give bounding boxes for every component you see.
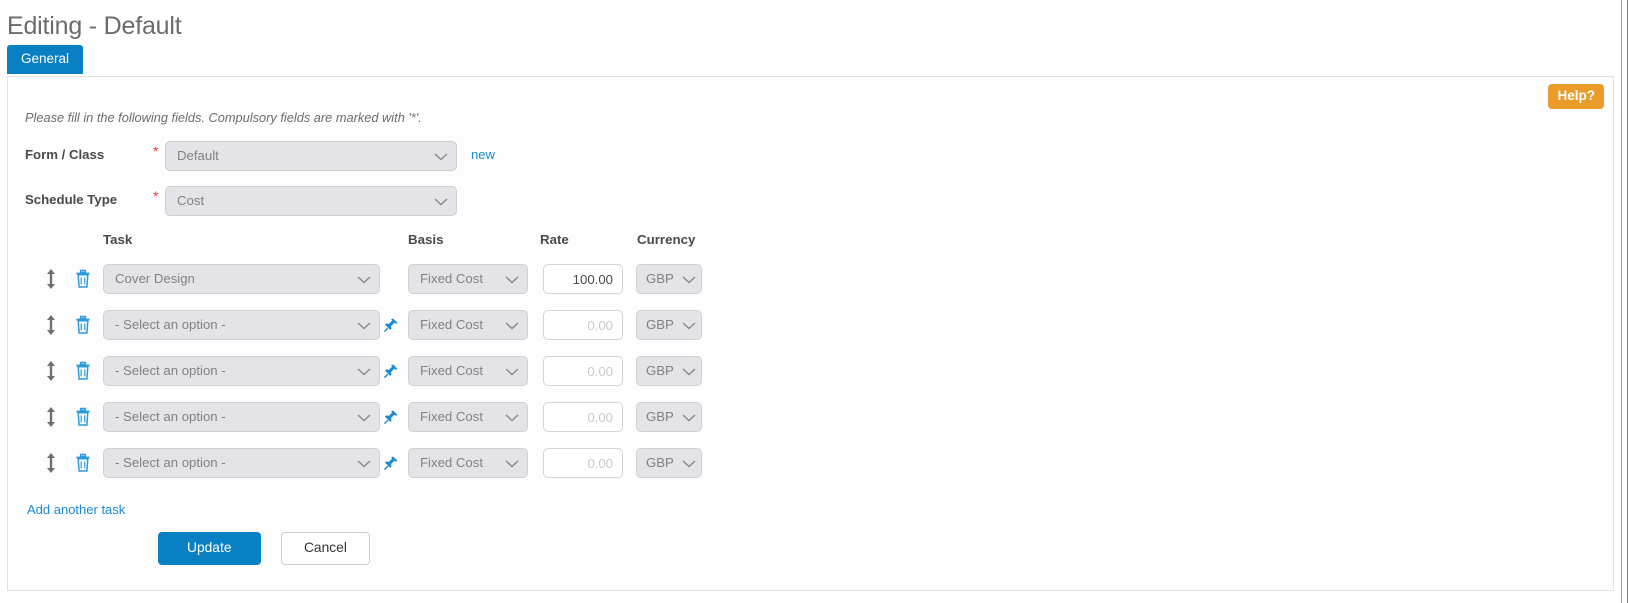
rate-input[interactable] xyxy=(543,448,623,478)
table-row: - Select an option - Fixed Cost GBP xyxy=(25,310,1025,340)
trash-icon[interactable] xyxy=(74,361,92,381)
task-value: - Select an option - xyxy=(115,409,226,424)
page-title: Editing - Default xyxy=(7,12,182,40)
form-class-label: Form / Class xyxy=(25,147,105,162)
task-value: - Select an option - xyxy=(115,363,226,378)
currency-value: GBP xyxy=(646,409,674,424)
trash-icon[interactable] xyxy=(74,269,92,289)
add-another-task-link[interactable]: Add another task xyxy=(27,502,125,517)
drag-handle-icon[interactable] xyxy=(43,267,59,291)
column-header-basis: Basis xyxy=(408,232,444,247)
chevron-down-icon xyxy=(505,403,519,431)
currency-select[interactable]: GBP xyxy=(636,310,702,340)
trash-icon[interactable] xyxy=(74,453,92,473)
schedule-type-required-marker: * xyxy=(153,188,159,204)
currency-value: GBP xyxy=(646,271,674,286)
chevron-down-icon xyxy=(357,449,371,477)
chevron-down-icon xyxy=(505,311,519,339)
pin-icon[interactable] xyxy=(383,409,399,425)
task-select[interactable]: - Select an option - xyxy=(103,310,380,340)
new-form-class-link[interactable]: new xyxy=(471,147,495,162)
update-button[interactable]: Update xyxy=(158,532,261,565)
currency-select[interactable]: GBP xyxy=(636,448,702,478)
chevron-down-icon xyxy=(505,265,519,293)
rate-input[interactable] xyxy=(543,310,623,340)
currency-select[interactable]: GBP xyxy=(636,264,702,294)
cancel-button[interactable]: Cancel xyxy=(280,532,370,565)
table-row: Cover Design Fixed Cost GBP xyxy=(25,264,1025,294)
basis-select[interactable]: Fixed Cost xyxy=(408,402,528,432)
task-select[interactable]: Cover Design xyxy=(103,264,380,294)
currency-select[interactable]: GBP xyxy=(636,356,702,386)
chevron-down-icon xyxy=(682,311,696,339)
chevron-down-icon xyxy=(682,265,696,293)
chevron-down-icon xyxy=(434,142,448,170)
basis-value: Fixed Cost xyxy=(420,455,484,470)
trash-icon[interactable] xyxy=(74,407,92,427)
task-select[interactable]: - Select an option - xyxy=(103,402,380,432)
column-header-currency: Currency xyxy=(637,232,696,247)
basis-value: Fixed Cost xyxy=(420,317,484,332)
currency-value: GBP xyxy=(646,455,674,470)
task-value: - Select an option - xyxy=(115,455,226,470)
schedule-type-label: Schedule Type xyxy=(25,192,118,207)
chevron-down-icon xyxy=(357,265,371,293)
chevron-down-icon xyxy=(357,403,371,431)
schedule-type-value: Cost xyxy=(177,193,205,208)
basis-value: Fixed Cost xyxy=(420,409,484,424)
drag-handle-icon[interactable] xyxy=(43,359,59,383)
currency-value: GBP xyxy=(646,317,674,332)
rate-input[interactable] xyxy=(543,402,623,432)
chevron-down-icon xyxy=(682,357,696,385)
form-class-value: Default xyxy=(177,148,219,163)
chevron-down-icon xyxy=(357,357,371,385)
chevron-down-icon xyxy=(357,311,371,339)
basis-select[interactable]: Fixed Cost xyxy=(408,310,528,340)
column-header-task: Task xyxy=(103,232,133,247)
help-button[interactable]: Help? xyxy=(1548,84,1604,109)
currency-select[interactable]: GBP xyxy=(636,402,702,432)
schedule-type-select[interactable]: Cost xyxy=(165,186,457,216)
task-value: Cover Design xyxy=(115,271,195,286)
table-row: - Select an option - Fixed Cost GBP xyxy=(25,448,1025,478)
table-row: - Select an option - Fixed Cost GBP xyxy=(25,402,1025,432)
form-class-required-marker: * xyxy=(153,143,159,159)
table-row: - Select an option - Fixed Cost GBP xyxy=(25,356,1025,386)
rate-input[interactable] xyxy=(543,356,623,386)
trash-icon[interactable] xyxy=(74,315,92,335)
chevron-down-icon xyxy=(505,357,519,385)
tab-strip: General xyxy=(7,45,84,74)
basis-select[interactable]: Fixed Cost xyxy=(408,264,528,294)
action-buttons: Update Cancel xyxy=(158,532,370,565)
chevron-down-icon xyxy=(505,449,519,477)
chevron-down-icon xyxy=(682,449,696,477)
task-value: - Select an option - xyxy=(115,317,226,332)
basis-value: Fixed Cost xyxy=(420,363,484,378)
pin-icon[interactable] xyxy=(383,363,399,379)
task-select[interactable]: - Select an option - xyxy=(103,356,380,386)
currency-value: GBP xyxy=(646,363,674,378)
window-right-inner-edge xyxy=(1621,0,1622,603)
form-instructions: Please fill in the following fields. Com… xyxy=(25,110,422,125)
drag-handle-icon[interactable] xyxy=(43,451,59,475)
task-select[interactable]: - Select an option - xyxy=(103,448,380,478)
rate-input[interactable] xyxy=(543,264,623,294)
editing-default-page: Editing - Default General Help? Please f… xyxy=(0,0,1628,603)
chevron-down-icon xyxy=(682,403,696,431)
form-panel: Help? Please fill in the following field… xyxy=(7,76,1614,591)
tab-general[interactable]: General xyxy=(7,45,84,74)
form-class-select[interactable]: Default xyxy=(165,141,457,171)
basis-value: Fixed Cost xyxy=(420,271,484,286)
column-header-rate: Rate xyxy=(540,232,569,247)
pin-icon[interactable] xyxy=(383,455,399,471)
basis-select[interactable]: Fixed Cost xyxy=(408,448,528,478)
drag-handle-icon[interactable] xyxy=(43,405,59,429)
drag-handle-icon[interactable] xyxy=(43,313,59,337)
basis-select[interactable]: Fixed Cost xyxy=(408,356,528,386)
chevron-down-icon xyxy=(434,187,448,215)
pin-icon[interactable] xyxy=(383,317,399,333)
